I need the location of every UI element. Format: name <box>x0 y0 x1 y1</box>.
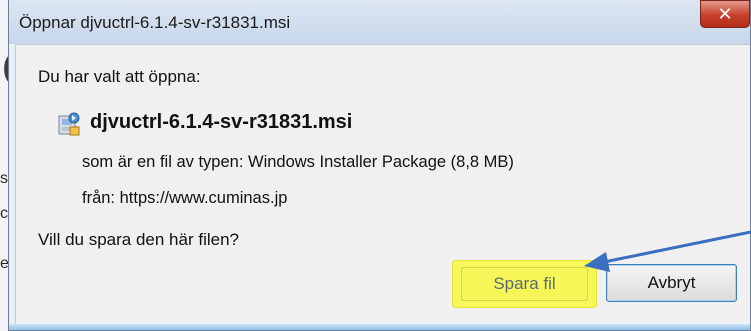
close-icon: ✕ <box>717 3 733 25</box>
dialog-title: Öppnar djvuctrl-6.1.4-sv-r31831.msi <box>19 13 291 32</box>
save-file-button[interactable]: Spara fil <box>452 260 597 308</box>
cancel-button[interactable]: Avbryt <box>606 264 737 302</box>
save-question: Vill du spara den här filen? <box>38 230 239 249</box>
background-text-fragment: c <box>0 205 8 222</box>
download-dialog: Öppnar djvuctrl-6.1.4-sv-r31831.msi ✕ Du… <box>8 0 751 331</box>
dialog-body: Du har valt att öppna: djvuctrl-6.1.4-sv… <box>15 44 750 330</box>
file-name: djvuctrl-6.1.4-sv-r31831.msi <box>90 111 353 133</box>
dialog-titlebar[interactable]: Öppnar djvuctrl-6.1.4-sv-r31831.msi ✕ <box>9 0 750 44</box>
file-type-line: som är en fil av typen: Windows Installe… <box>82 153 514 171</box>
background-text-fragment: s <box>0 170 8 187</box>
dialog-bottom-border <box>9 324 750 330</box>
intro-text: Du har valt att öppna: <box>38 67 201 86</box>
save-button-label: Spara fil <box>493 274 556 293</box>
file-source-line: från: https://www.cuminas.jp <box>82 189 288 207</box>
close-button[interactable]: ✕ <box>700 0 750 28</box>
cancel-button-label: Avbryt <box>647 273 696 292</box>
msi-installer-icon <box>58 112 80 136</box>
